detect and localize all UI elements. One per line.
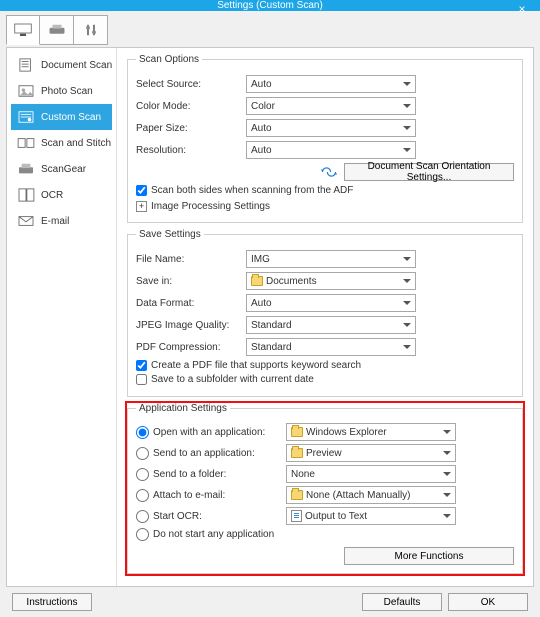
jpeg-quality-dropdown[interactable]: Standard: [246, 316, 416, 334]
sidebar-item-ocr[interactable]: OCR: [11, 182, 112, 208]
instructions-button[interactable]: Instructions: [12, 593, 92, 611]
sidebar-item-stitch[interactable]: Scan and Stitch: [11, 130, 112, 156]
stitch-icon: [17, 136, 35, 150]
scan-both-sides-checkbox[interactable]: Scan both sides when scanning from the A…: [136, 185, 514, 196]
start-ocr-dropdown[interactable]: Output to Text: [286, 507, 456, 525]
sidebar-item-email[interactable]: E-mail: [11, 208, 112, 234]
sidebar-item-label: Scan and Stitch: [41, 138, 111, 149]
send-to-app-radio[interactable]: Send to an application:: [136, 447, 286, 460]
sidebar: Document Scan Photo Scan Custom Scan Sca…: [7, 48, 117, 586]
custom-icon: [17, 110, 35, 124]
data-format-label: Data Format:: [136, 298, 246, 309]
file-name-input[interactable]: IMG: [246, 250, 416, 268]
subfolder-checkbox[interactable]: Save to a subfolder with current date: [136, 374, 514, 385]
window-title: Settings (Custom Scan): [217, 0, 323, 11]
file-name-label: File Name:: [136, 254, 246, 265]
send-to-folder-radio[interactable]: Send to a folder:: [136, 468, 286, 481]
sync-icon[interactable]: [320, 166, 338, 178]
select-source-label: Select Source:: [136, 79, 246, 90]
start-ocr-radio[interactable]: Start OCR:: [136, 510, 286, 523]
jpeg-quality-label: JPEG Image Quality:: [136, 320, 246, 331]
sidebar-item-label: ScanGear: [41, 164, 86, 175]
folder-icon: [251, 276, 263, 286]
image-processing-expand[interactable]: +Image Processing Settings: [136, 201, 270, 212]
create-pdf-checkbox[interactable]: Create a PDF file that supports keyword …: [136, 360, 514, 371]
orientation-settings-button[interactable]: Document Scan Orientation Settings...: [344, 163, 514, 181]
attach-email-radio[interactable]: Attach to e-mail:: [136, 489, 286, 502]
document-arrow-icon: [291, 510, 302, 522]
data-format-dropdown[interactable]: Auto: [246, 294, 416, 312]
color-mode-label: Color Mode:: [136, 101, 246, 112]
body: Document Scan Photo Scan Custom Scan Sca…: [6, 47, 534, 587]
resolution-label: Resolution:: [136, 145, 246, 156]
attach-email-dropdown[interactable]: None (Attach Manually): [286, 486, 456, 504]
tab-preferences[interactable]: [74, 15, 108, 45]
select-source-dropdown[interactable]: Auto: [246, 75, 416, 93]
folder-icon: [291, 490, 303, 500]
email-icon: [17, 214, 35, 228]
titlebar: Settings (Custom Scan) ×: [0, 0, 540, 11]
sliders-icon: [82, 23, 100, 37]
sidebar-item-document[interactable]: Document Scan: [11, 52, 112, 78]
sidebar-item-label: Document Scan: [41, 60, 112, 71]
save-settings-group: Save Settings File Name:IMG Save in:Docu…: [127, 229, 523, 397]
save-settings-legend: Save Settings: [136, 229, 204, 240]
close-icon[interactable]: ×: [508, 1, 536, 17]
do-not-start-radio[interactable]: Do not start any application: [136, 528, 286, 541]
folder-icon: [291, 427, 303, 437]
resolution-dropdown[interactable]: Auto: [246, 141, 416, 159]
sidebar-item-scangear[interactable]: ScanGear: [11, 156, 112, 182]
plus-icon: +: [136, 201, 147, 212]
photo-icon: [17, 84, 35, 98]
sidebar-item-label: OCR: [41, 190, 63, 201]
main: Document Scan Photo Scan Custom Scan Sca…: [0, 11, 540, 617]
application-settings-group: Application Settings Open with an applic…: [127, 403, 523, 574]
sidebar-item-custom[interactable]: Custom Scan: [11, 104, 112, 130]
scangear-icon: [17, 162, 35, 176]
ok-button[interactable]: OK: [448, 593, 528, 611]
ocr-icon: [17, 188, 35, 202]
open-with-radio[interactable]: Open with an application:: [136, 426, 286, 439]
more-functions-button[interactable]: More Functions: [344, 547, 514, 565]
paper-size-label: Paper Size:: [136, 123, 246, 134]
defaults-button[interactable]: Defaults: [362, 593, 442, 611]
monitor-icon: [14, 23, 32, 37]
scan-options-legend: Scan Options: [136, 54, 202, 65]
send-to-app-dropdown[interactable]: Preview: [286, 444, 456, 462]
application-settings-legend: Application Settings: [136, 403, 230, 414]
tab-scan-from-pc[interactable]: [6, 15, 40, 45]
color-mode-dropdown[interactable]: Color: [246, 97, 416, 115]
folder-icon: [291, 448, 303, 458]
footer: Instructions Defaults OK: [6, 587, 534, 617]
content: Scan Options Select Source:Auto Color Mo…: [117, 48, 533, 586]
sidebar-item-label: E-mail: [41, 216, 69, 227]
tab-scan-from-device[interactable]: [40, 15, 74, 45]
send-to-folder-dropdown[interactable]: None: [286, 465, 456, 483]
document-icon: [17, 58, 35, 72]
save-in-dropdown[interactable]: Documents: [246, 272, 416, 290]
paper-size-dropdown[interactable]: Auto: [246, 119, 416, 137]
save-in-label: Save in:: [136, 276, 246, 287]
sidebar-item-label: Photo Scan: [41, 86, 93, 97]
open-with-dropdown[interactable]: Windows Explorer: [286, 423, 456, 441]
pdf-compression-dropdown[interactable]: Standard: [246, 338, 416, 356]
sidebar-item-photo[interactable]: Photo Scan: [11, 78, 112, 104]
scanner-icon: [48, 23, 66, 37]
pdf-compression-label: PDF Compression:: [136, 342, 246, 353]
scan-options-group: Scan Options Select Source:Auto Color Mo…: [127, 54, 523, 223]
top-tabs: [6, 15, 534, 45]
sidebar-item-label: Custom Scan: [41, 112, 101, 123]
